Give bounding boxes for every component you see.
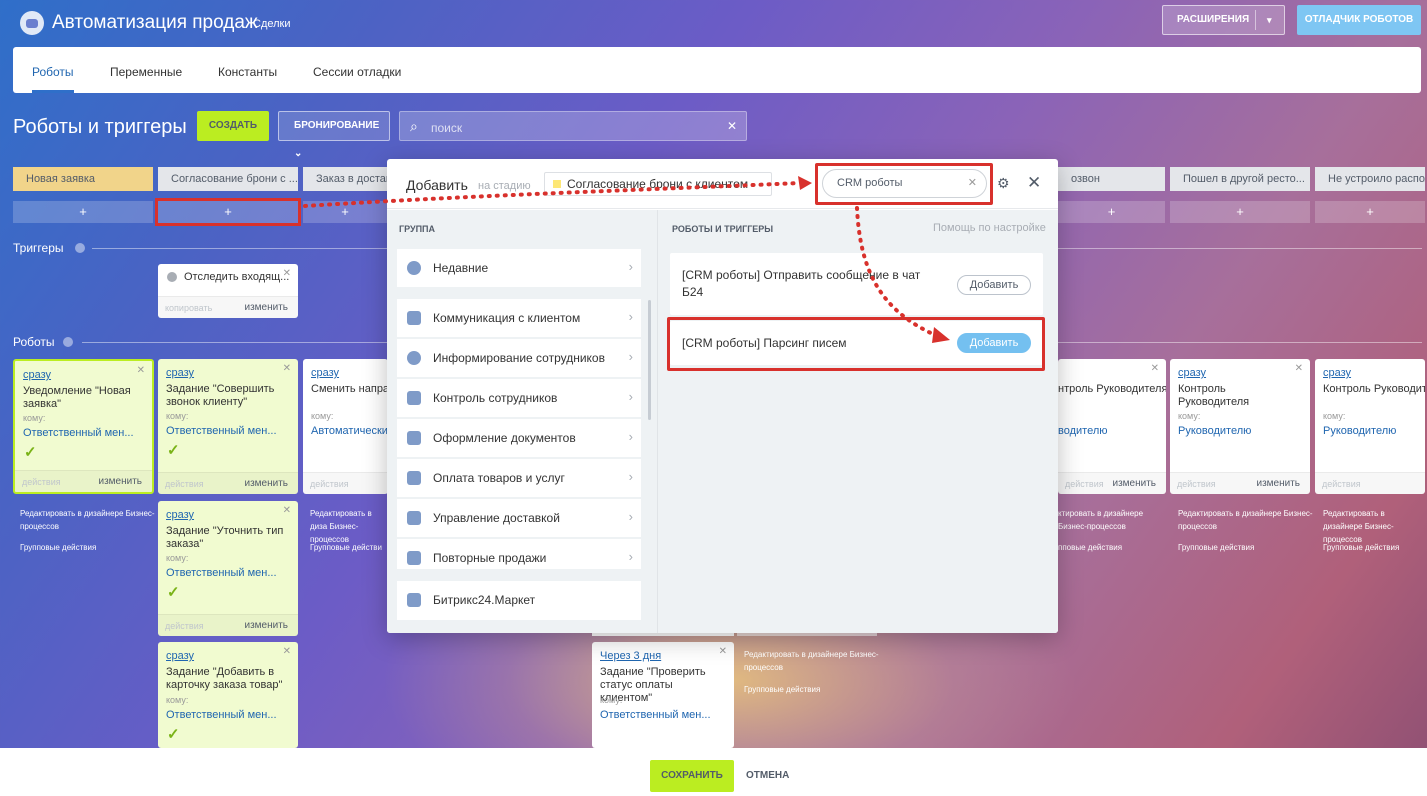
arrow-head — [932, 327, 950, 343]
annotation-arrows — [303, 176, 950, 343]
save-button[interactable]: СОХРАНИТЬ — [650, 760, 734, 792]
arrow-path — [855, 206, 937, 337]
arrow-head — [798, 176, 812, 190]
cancel-button[interactable]: ОТМЕНА — [746, 770, 789, 781]
arrow-path — [303, 181, 802, 208]
